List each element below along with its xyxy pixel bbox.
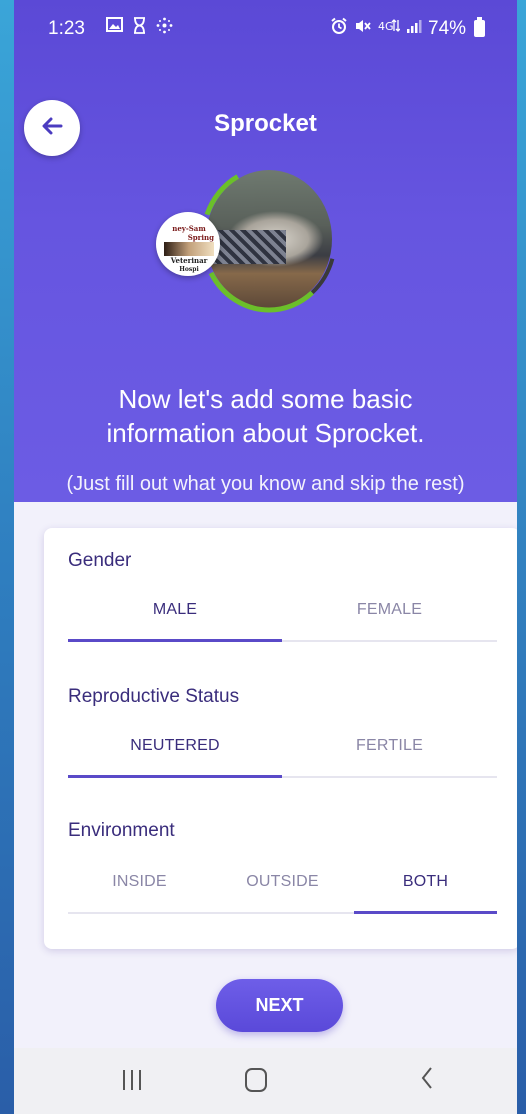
status-right-icons: 4G 74%	[330, 17, 486, 40]
alarm-icon	[330, 17, 348, 40]
clinic-logo-text: Veterinar	[170, 256, 208, 265]
gender-label: Gender	[68, 550, 132, 571]
tab-inside[interactable]: INSIDE	[68, 864, 211, 914]
tab-both[interactable]: BOTH	[354, 864, 497, 914]
page-title: Sprocket	[214, 110, 317, 137]
reproductive-status-tabs: NEUTERED FERTILE	[68, 728, 497, 778]
pet-avatar[interactable]	[200, 166, 340, 316]
tab-outside[interactable]: OUTSIDE	[211, 864, 354, 914]
battery-percent: 74%	[428, 17, 467, 39]
system-nav-bar	[14, 1048, 517, 1114]
recent-apps-icon[interactable]	[123, 1070, 141, 1090]
status-left-icons	[106, 17, 173, 39]
tab-indicator	[354, 911, 497, 914]
tab-indicator	[68, 775, 282, 778]
battery-icon	[474, 17, 486, 37]
reproductive-status-label: Reproductive Status	[68, 686, 240, 707]
header-hero: 1:23 4G 74% Sprocket ney-Sam Spring Vete…	[14, 0, 517, 502]
clinic-logo-image	[164, 242, 214, 256]
tab-fertile[interactable]: FERTILE	[282, 728, 497, 778]
phone-screen: 1:23 4G 74% Sprocket ney-Sam Spring Vete…	[14, 0, 517, 1114]
clinic-logo: ney-Sam Spring Veterinar Hospi	[156, 212, 220, 276]
hourglass-icon	[133, 17, 146, 39]
gender-tabs: MALE FEMALE	[68, 592, 497, 642]
avatar-progress-ring	[200, 166, 338, 313]
signal-bars-icon	[406, 18, 422, 39]
lte-signal-icon: 4G	[378, 17, 401, 40]
grid-dots-icon	[156, 17, 173, 39]
tab-male[interactable]: MALE	[68, 592, 282, 642]
intro-headline: Now let's add some basic information abo…	[106, 384, 425, 448]
status-bar: 1:23 4G 74%	[14, 0, 517, 60]
back-nav-icon[interactable]	[420, 1064, 434, 1097]
status-time: 1:23	[48, 18, 85, 39]
image-icon	[106, 17, 123, 39]
clinic-logo-text: ney-Sam	[172, 224, 206, 233]
tab-indicator	[68, 639, 282, 642]
intro-subline: (Just fill out what you know and skip th…	[66, 473, 465, 495]
clinic-logo-text: Spring	[187, 233, 214, 242]
environment-tabs: INSIDE OUTSIDE BOTH	[68, 864, 497, 914]
tab-neutered[interactable]: NEUTERED	[68, 728, 282, 778]
basic-info-card: Gender MALE FEMALE Reproductive Status N…	[44, 528, 517, 949]
clinic-logo-text: Hospi	[179, 266, 199, 273]
device-frame	[517, 0, 526, 1114]
tab-female[interactable]: FEMALE	[282, 592, 497, 642]
environment-label: Environment	[68, 820, 175, 841]
home-icon[interactable]	[245, 1068, 267, 1092]
mute-icon	[354, 17, 372, 40]
svg-text:4G: 4G	[378, 20, 394, 33]
next-button[interactable]: NEXT	[216, 979, 343, 1032]
